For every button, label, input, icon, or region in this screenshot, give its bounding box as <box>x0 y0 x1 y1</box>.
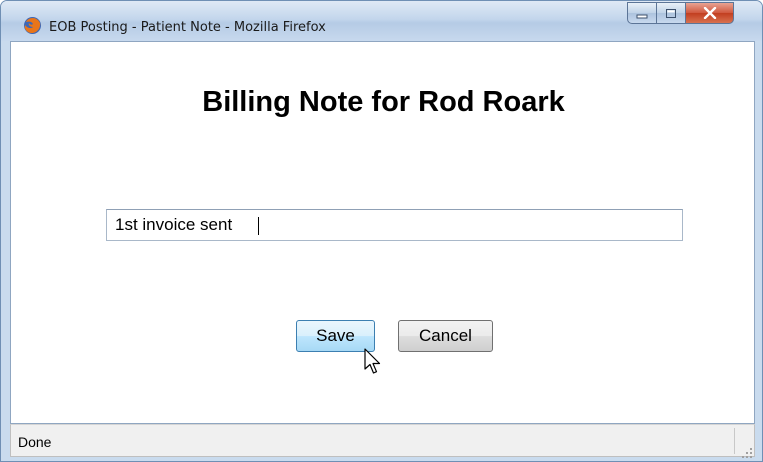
text-caret <box>258 217 259 235</box>
close-icon <box>703 4 717 23</box>
status-divider <box>734 428 735 454</box>
resize-grip-icon[interactable] <box>742 444 753 458</box>
page-content: Billing Note for Rod Roark Save Cancel <box>10 41 755 424</box>
browser-window: EOB Posting - Patient Note - Mozilla Fir… <box>0 0 763 462</box>
close-button[interactable] <box>686 2 734 24</box>
mouse-pointer-icon <box>364 348 382 376</box>
firefox-icon <box>23 16 42 35</box>
page-heading: Billing Note for Rod Roark <box>202 86 565 118</box>
caption-buttons <box>627 2 734 24</box>
window-title: EOB Posting - Patient Note - Mozilla Fir… <box>49 20 326 35</box>
minimize-button[interactable] <box>627 2 657 24</box>
minimize-icon <box>636 4 648 23</box>
maximize-icon <box>665 4 677 23</box>
note-input[interactable] <box>106 209 683 241</box>
title-bar[interactable]: EOB Posting - Patient Note - Mozilla Fir… <box>1 1 762 41</box>
status-bar: Done <box>10 424 755 458</box>
cancel-button[interactable]: Cancel <box>398 320 493 352</box>
maximize-button[interactable] <box>657 2 686 24</box>
status-text: Done <box>18 434 52 450</box>
